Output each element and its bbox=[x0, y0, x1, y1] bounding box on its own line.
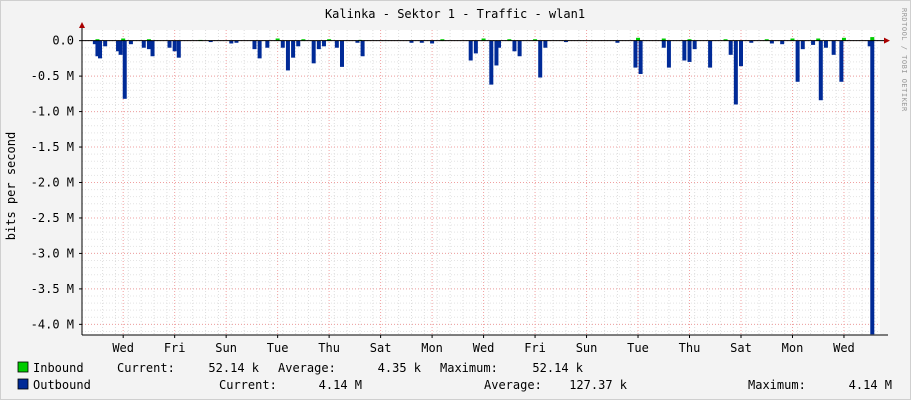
series-outbound-point bbox=[311, 40, 316, 64]
series-outbound-point bbox=[638, 40, 643, 74]
y-tick-label: -3.0 M bbox=[31, 246, 74, 260]
y-tick-label: 0.0 bbox=[52, 34, 74, 48]
series-outbound-point bbox=[146, 40, 151, 50]
legend-current-label: Current: bbox=[117, 361, 175, 375]
series-outbound-point bbox=[795, 40, 800, 82]
series-outbound-point bbox=[252, 40, 257, 50]
legend-swatch-outbound bbox=[17, 378, 29, 390]
x-tick-label: Mon bbox=[421, 341, 443, 355]
y-tick-label: -1.0 M bbox=[31, 105, 74, 119]
series-outbound-point bbox=[512, 40, 517, 52]
series-outbound-point bbox=[473, 40, 478, 54]
y-tick-label: -3.5 M bbox=[31, 282, 74, 296]
series-outbound-point bbox=[543, 40, 548, 48]
x-tick-label: Tue bbox=[267, 341, 289, 355]
series-outbound-point bbox=[538, 40, 543, 78]
series-outbound-point bbox=[497, 40, 502, 48]
chart-svg: 0.0 -0.5 M -1.0 M -1.5 M -2.0 M -2.5 M -3.0 M -… bbox=[0, 0, 911, 400]
series-outbound-point bbox=[118, 40, 123, 55]
series-outbound-point bbox=[728, 40, 733, 55]
x-tick-label: Mon bbox=[782, 341, 804, 355]
y-tick-label: -4.0 M bbox=[31, 317, 74, 331]
series-outbound-point bbox=[167, 40, 172, 48]
legend-maximum-value: 52.14 k bbox=[532, 361, 583, 375]
series-outbound-point bbox=[285, 40, 290, 71]
legend-maximum-label: Maximum: bbox=[440, 361, 498, 375]
series-outbound-point bbox=[257, 40, 262, 59]
series-outbound-point bbox=[818, 40, 823, 101]
chart-container: 0.0 -0.5 M -1.0 M -1.5 M -2.0 M -2.5 M -3.0 M -… bbox=[0, 0, 911, 400]
y-tick-label: -2.0 M bbox=[31, 176, 74, 190]
series-outbound-point bbox=[780, 40, 785, 45]
legend-current-label: Current: bbox=[219, 378, 277, 392]
series-outbound-point bbox=[687, 40, 692, 62]
series-outbound-point bbox=[334, 40, 339, 48]
series-outbound-point bbox=[172, 40, 177, 52]
series-outbound-point bbox=[661, 40, 666, 48]
x-tick-label: Fri bbox=[524, 341, 546, 355]
legend-current-value: 52.14 k bbox=[208, 361, 259, 375]
series-outbound-point bbox=[316, 40, 321, 50]
series-outbound-point bbox=[800, 40, 805, 50]
chart-title: Kalinka - Sektor 1 - Traffic - wlan1 bbox=[325, 7, 585, 21]
series-outbound-point bbox=[831, 40, 836, 55]
series-outbound-point bbox=[633, 40, 638, 68]
legend-average-label: Average: bbox=[484, 378, 542, 392]
series-outbound-point bbox=[870, 40, 875, 335]
series-inbound-point bbox=[870, 37, 875, 41]
series-outbound-point bbox=[265, 40, 270, 48]
x-tick-label: Sun bbox=[576, 341, 598, 355]
legend-average-value: 4.35 k bbox=[378, 361, 422, 375]
series-outbound-point bbox=[291, 40, 296, 58]
legend-maximum-label: Maximum: bbox=[748, 378, 806, 392]
x-tick-label: Tue bbox=[627, 341, 649, 355]
y-tick-label: -0.5 M bbox=[31, 69, 74, 83]
watermark: RRDTOOL / TOBI OETIKER bbox=[900, 8, 908, 112]
series-outbound-point bbox=[468, 40, 473, 61]
series-outbound-point bbox=[738, 40, 743, 67]
x-tick-label: Wed bbox=[833, 341, 855, 355]
series-outbound-point bbox=[692, 40, 697, 50]
series-outbound-point bbox=[122, 40, 127, 99]
series-outbound-point bbox=[708, 40, 713, 68]
x-tick-label: Thu bbox=[679, 341, 701, 355]
series-outbound-point bbox=[339, 40, 344, 67]
x-tick-label: Sat bbox=[730, 341, 752, 355]
x-tick-label: Sat bbox=[370, 341, 392, 355]
series-outbound-point bbox=[98, 40, 103, 59]
legend-average-label: Average: bbox=[278, 361, 336, 375]
series-outbound-point bbox=[150, 40, 155, 57]
series-outbound-point bbox=[811, 40, 816, 45]
series-outbound-point bbox=[682, 40, 687, 61]
legend-maximum-value: 4.14 M bbox=[849, 378, 892, 392]
x-tick-label: Sun bbox=[215, 341, 237, 355]
series-outbound-point bbox=[489, 40, 494, 85]
y-axis-label: bits per second bbox=[4, 132, 18, 240]
legend-series-name: Outbound bbox=[33, 378, 91, 392]
series-outbound-point bbox=[517, 40, 522, 57]
x-tick-label: Wed bbox=[473, 341, 495, 355]
series-outbound-point bbox=[360, 40, 365, 57]
series-outbound-point bbox=[103, 40, 108, 47]
legend-swatch-inbound bbox=[17, 361, 29, 373]
y-tick-label: -1.5 M bbox=[31, 140, 74, 154]
series-outbound-point bbox=[128, 40, 133, 45]
series-outbound-point bbox=[839, 40, 844, 82]
series-outbound-point bbox=[733, 40, 738, 105]
series-outbound-point bbox=[296, 40, 301, 47]
series-outbound-point bbox=[666, 40, 671, 68]
series-outbound-point bbox=[280, 40, 285, 48]
legend-current-value: 4.14 M bbox=[319, 378, 362, 392]
series-outbound-point bbox=[321, 40, 326, 47]
x-tick-label: Wed bbox=[112, 341, 134, 355]
legend-series-name: Inbound bbox=[33, 361, 84, 375]
x-tick-label: Thu bbox=[318, 341, 340, 355]
legend-average-value: 127.37 k bbox=[569, 378, 628, 392]
x-tick-label: Fri bbox=[164, 341, 186, 355]
y-tick-label: -2.5 M bbox=[31, 211, 74, 225]
series-outbound-point bbox=[141, 40, 146, 48]
series-outbound-point bbox=[823, 40, 828, 48]
series-outbound-point bbox=[176, 40, 181, 58]
